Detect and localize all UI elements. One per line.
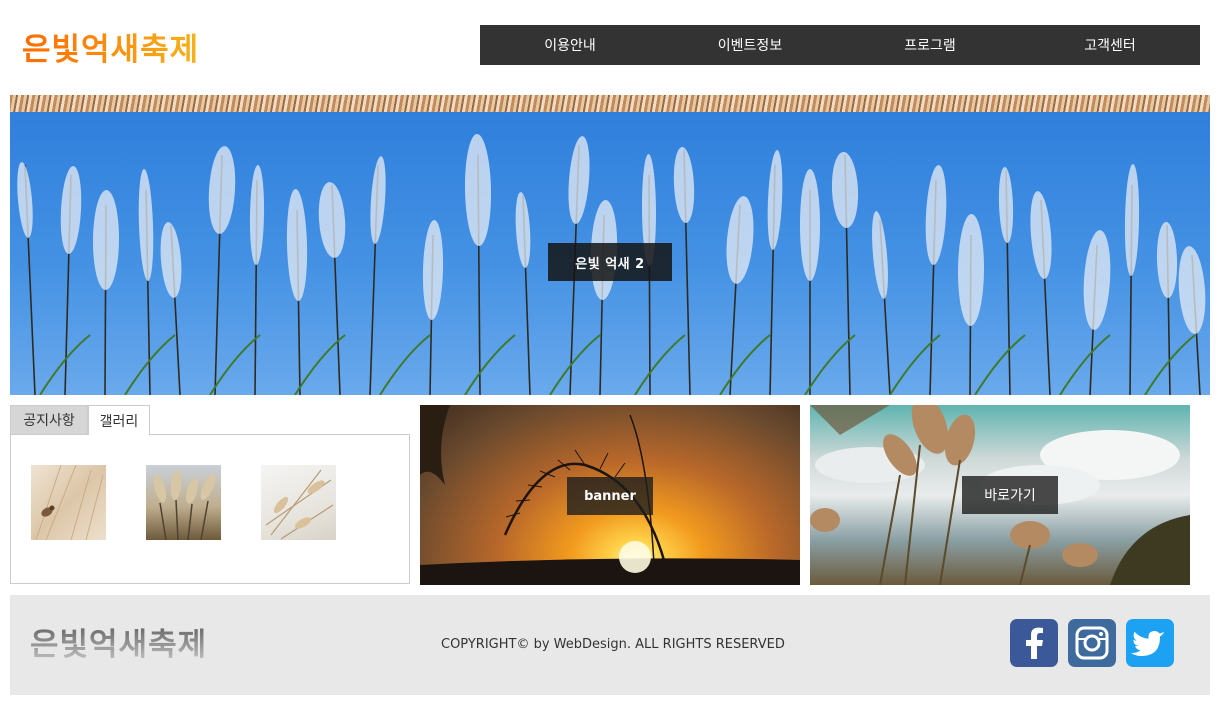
nav-item-support[interactable]: 고객센터: [1020, 25, 1200, 65]
facebook-link[interactable]: [1010, 619, 1058, 667]
tabs-box: 공지사항 갤러리: [10, 405, 410, 584]
hero-slider: 은빛 억새 2: [10, 95, 1210, 395]
banner-shortcut[interactable]: 바로가기: [810, 405, 1190, 585]
copyright-text: COPYRIGHT© by WebDesign. ALL RIGHTS RESE…: [441, 637, 785, 652]
instagram-link[interactable]: [1068, 619, 1116, 667]
nav-item-programs[interactable]: 프로그램: [840, 25, 1020, 65]
instagram-icon: [1075, 626, 1109, 660]
footer: 은빛억새축제 COPYRIGHT© by WebDesign. ALL RIGH…: [10, 595, 1210, 695]
gallery-thumb-dried-grass[interactable]: [261, 465, 336, 540]
twitter-link[interactable]: [1126, 619, 1174, 667]
twitter-icon: [1131, 631, 1165, 656]
gallery-thumb-bird[interactable]: [31, 465, 106, 540]
tab-gallery[interactable]: 갤러리: [88, 405, 150, 435]
shortcut-button[interactable]: 바로가기: [962, 476, 1058, 514]
nav-item-guide[interactable]: 이용안내: [480, 25, 660, 65]
nav-item-events[interactable]: 이벤트정보: [660, 25, 840, 65]
gallery-thumb-pampas[interactable]: [146, 465, 221, 540]
main-nav: 이용안내 이벤트정보 프로그램 고객센터: [480, 25, 1200, 65]
facebook-icon: [1026, 627, 1043, 659]
site-logo[interactable]: 은빛억새축제: [22, 24, 199, 69]
banner-label: banner: [567, 477, 653, 515]
hero-caption: 은빛 억새 2: [548, 243, 672, 281]
banner-sunset[interactable]: banner: [420, 405, 800, 585]
footer-logo: 은빛억새축제: [30, 619, 207, 664]
tab-notice[interactable]: 공지사항: [10, 405, 88, 434]
gallery-panel: [10, 434, 410, 584]
